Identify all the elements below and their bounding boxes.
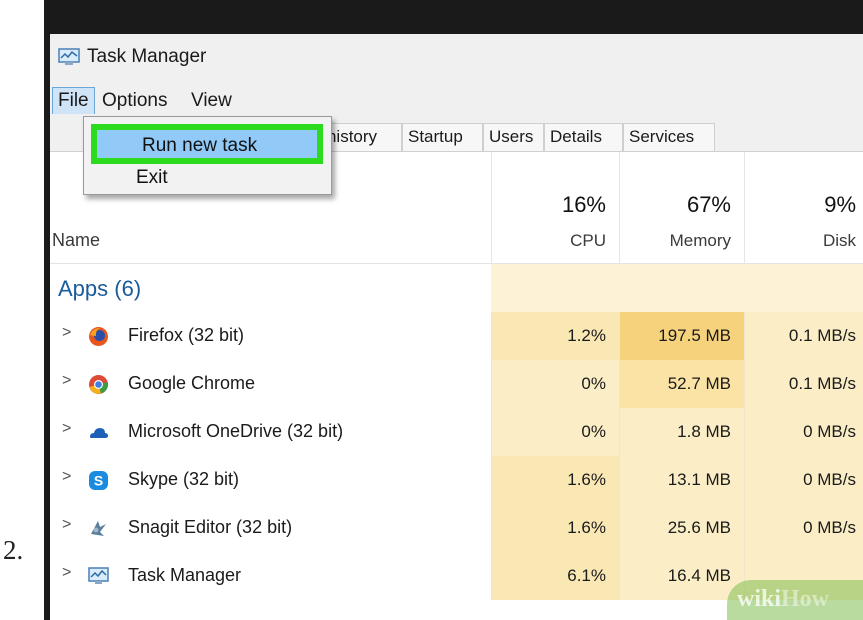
watermark-how: How — [781, 586, 830, 612]
row-memory: 1.8 MB — [619, 408, 744, 456]
row-memory: 52.7 MB — [619, 360, 744, 408]
step-number: 2. — [3, 535, 24, 565]
menu-bar: File Options View — [50, 84, 863, 115]
exit-menu-item[interactable]: Exit — [136, 167, 168, 189]
expand-chevron-icon[interactable]: > — [62, 468, 71, 486]
cpu-column-label: CPU — [570, 231, 606, 250]
memory-column-label: Memory — [669, 231, 731, 250]
file-menu-dropdown: Run new task Exit — [83, 116, 332, 195]
row-cpu: 6.1% — [491, 552, 619, 600]
column-header-cpu[interactable]: 16% CPU — [491, 152, 619, 264]
row-name: Google Chrome — [128, 373, 256, 393]
run-new-task-label: Run new task — [142, 135, 258, 156]
disk-total-percent: 9% — [824, 192, 856, 217]
expand-chevron-icon[interactable]: > — [62, 564, 71, 582]
memory-total-percent: 67% — [686, 192, 731, 217]
table-row[interactable]: > Google Chrome 0% 52.7 MB 0.1 MB/s — [50, 360, 863, 408]
expand-chevron-icon[interactable]: > — [62, 516, 71, 534]
expand-chevron-icon[interactable]: > — [62, 420, 71, 438]
table-row[interactable]: > Snagit Editor (32 bit) 1.6% 25.6 MB 0 … — [50, 504, 863, 552]
row-disk: 0.1 MB/s — [744, 312, 863, 360]
title-bar: Task Manager — [50, 34, 863, 84]
tab-users[interactable]: Users — [483, 123, 544, 151]
column-header-disk[interactable]: 9% Disk — [744, 152, 863, 264]
tab-startup[interactable]: Startup — [402, 123, 483, 151]
group-usage-background — [491, 264, 863, 312]
menu-file[interactable]: File — [52, 87, 95, 115]
row-name: Skype (32 bit) — [128, 469, 240, 489]
cpu-total-percent: 16% — [561, 192, 606, 217]
table-row[interactable]: > Microsoft OneDrive (32 bit) 0% 1.8 MB … — [50, 408, 863, 456]
row-disk: 0 MB/s — [744, 408, 863, 456]
firefox-icon — [89, 327, 108, 346]
svg-text:S: S — [94, 473, 103, 489]
task-manager-window: Task Manager File Options View App histo… — [50, 34, 863, 620]
table-row[interactable]: > S Skype (32 bit) 1.6% 13.1 MB 0 MB/s — [50, 456, 863, 504]
column-header-name[interactable]: Name — [52, 230, 100, 251]
run-new-task-menu-item[interactable]: Run new task — [91, 124, 323, 164]
row-name: Snagit Editor (32 bit) — [128, 517, 293, 537]
row-disk: 0 MB/s — [744, 504, 863, 552]
row-memory: 25.6 MB — [619, 504, 744, 552]
process-table: ^ Name 16% CPU 67% Memory 9% Disk Apps (… — [50, 152, 863, 620]
task-manager-icon — [88, 567, 109, 584]
expand-chevron-icon[interactable]: > — [62, 324, 71, 342]
window-title: Task Manager — [87, 46, 207, 67]
skype-icon: S — [89, 471, 108, 490]
row-cpu: 1.6% — [491, 504, 619, 552]
tab-details[interactable]: Details — [544, 123, 623, 151]
screen: Task Manager File Options View App histo… — [44, 0, 863, 620]
column-header-memory[interactable]: 67% Memory — [619, 152, 744, 264]
onedrive-icon — [90, 428, 108, 438]
row-disk: 0 MB/s — [744, 456, 863, 504]
tab-services[interactable]: Services — [623, 123, 715, 151]
task-manager-icon — [58, 48, 80, 65]
row-name: Microsoft OneDrive (32 bit) — [128, 421, 344, 441]
row-disk: 0.1 MB/s — [744, 360, 863, 408]
watermark-wiki: wiki — [737, 586, 782, 612]
row-cpu: 1.6% — [491, 456, 619, 504]
row-memory: 197.5 MB — [619, 312, 744, 360]
row-cpu: 0% — [491, 408, 619, 456]
menu-view[interactable]: View — [191, 90, 232, 112]
disk-column-label: Disk — [822, 231, 856, 250]
row-name: Firefox (32 bit) — [128, 325, 245, 345]
wikihow-watermark: wikiHow — [727, 580, 863, 620]
table-row[interactable]: > Firefox (32 bit) 1.2% 197.5 MB 0.1 MB/… — [50, 312, 863, 360]
row-memory: 13.1 MB — [619, 456, 744, 504]
apps-group-header[interactable]: Apps (6) — [50, 264, 863, 312]
row-cpu: 0% — [491, 360, 619, 408]
chrome-icon — [89, 375, 109, 394]
row-memory: 16.4 MB — [619, 552, 744, 600]
menu-options[interactable]: Options — [102, 90, 167, 112]
expand-chevron-icon[interactable]: > — [62, 372, 71, 390]
row-name: Task Manager — [128, 565, 242, 585]
snagit-icon — [91, 521, 106, 536]
apps-group-label: Apps (6) — [58, 276, 142, 301]
row-cpu: 1.2% — [491, 312, 619, 360]
